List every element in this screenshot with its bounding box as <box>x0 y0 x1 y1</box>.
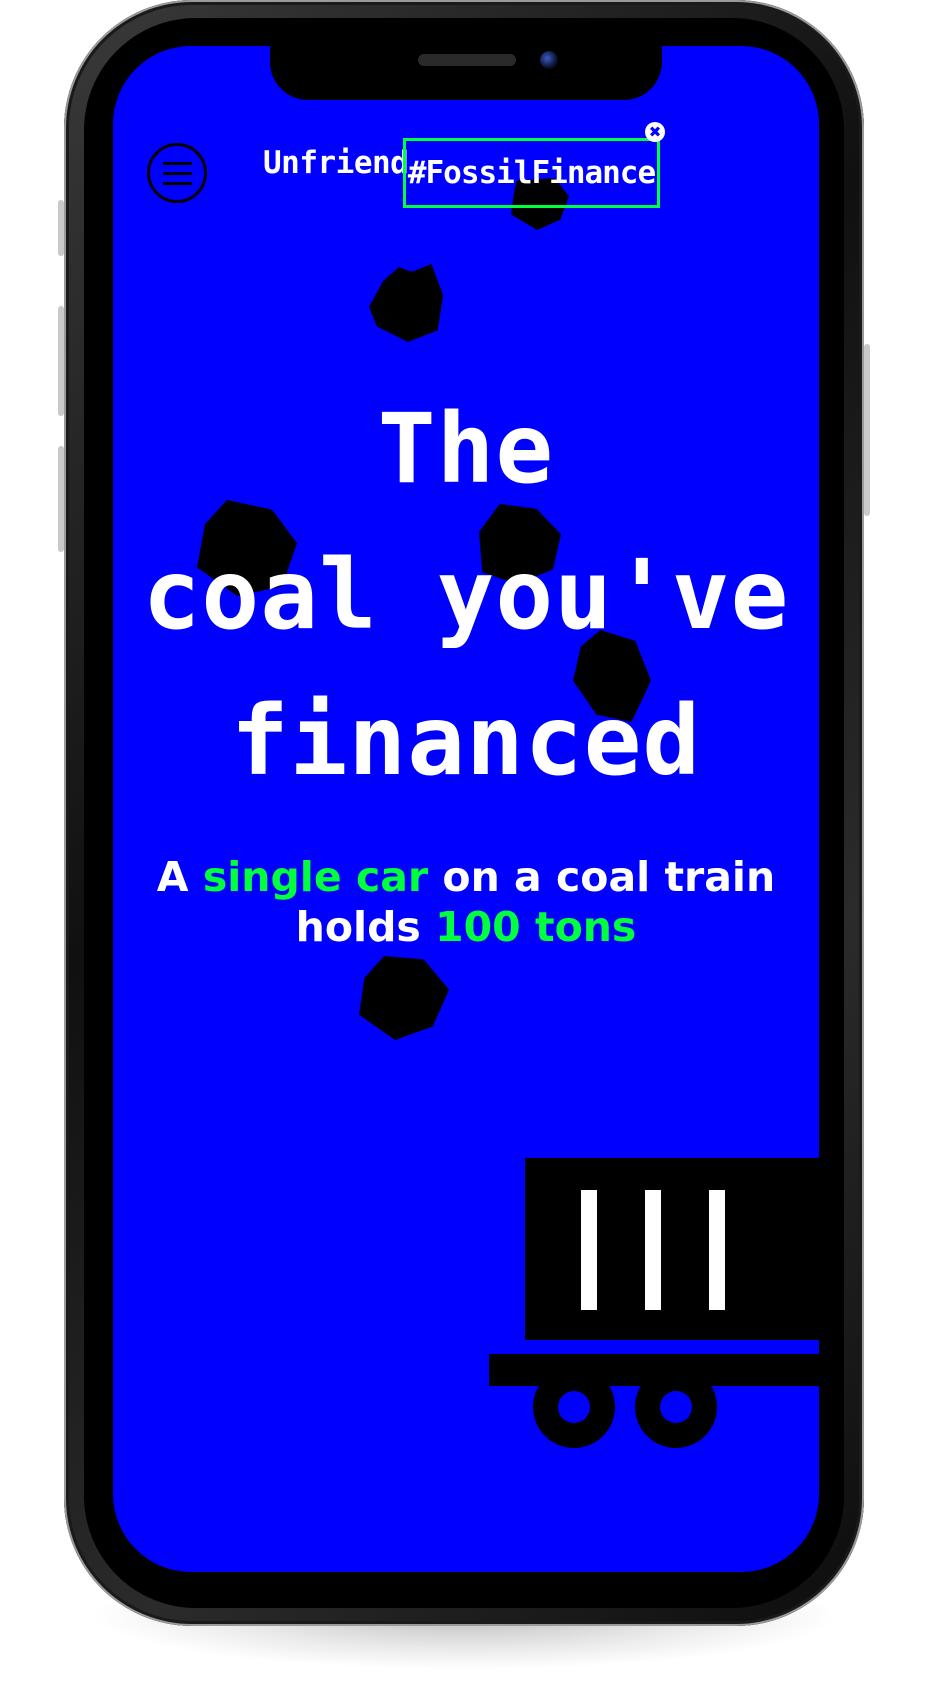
power-button <box>864 344 870 516</box>
train-car-body <box>525 1158 819 1340</box>
brand-prefix[interactable]: Unfriend <box>263 142 409 184</box>
coal-lump-icon <box>369 264 444 342</box>
subheadline-highlight: 100 tons <box>435 903 637 951</box>
train-car-slat <box>645 1190 661 1310</box>
coal-train-car-icon <box>489 1158 819 1458</box>
front-camera <box>540 51 558 69</box>
close-icon[interactable]: ✖ <box>645 122 665 142</box>
subheadline-text: A <box>156 853 203 901</box>
headline-line: coal you've <box>142 539 790 651</box>
coal-lump-icon <box>359 956 449 1040</box>
train-wheel-icon <box>635 1366 717 1448</box>
hamburger-menu-icon[interactable] <box>147 143 207 203</box>
hero-headline: The coal you've financed <box>113 376 819 814</box>
headline-line: The <box>377 393 555 505</box>
app-screen: Unfriend #FossilFinance ✖ The coal you'v… <box>113 46 819 1572</box>
menu-line <box>163 172 192 175</box>
train-car-slat <box>581 1190 597 1310</box>
device-notch <box>270 46 662 100</box>
volume-down-button <box>58 446 64 552</box>
headline-line: financed <box>230 685 702 797</box>
train-car-slat <box>709 1190 725 1310</box>
menu-line <box>163 182 192 185</box>
earpiece-speaker <box>418 54 516 66</box>
volume-up-button <box>58 306 64 416</box>
subheadline-highlight: single car <box>202 853 429 901</box>
hero-subheadline: A single car on a coal train holds 100 t… <box>133 852 799 952</box>
train-wheel-icon <box>533 1366 615 1448</box>
mute-switch <box>58 200 64 256</box>
brand-hashtag[interactable]: #FossilFinance <box>403 138 660 208</box>
menu-line <box>163 162 192 165</box>
